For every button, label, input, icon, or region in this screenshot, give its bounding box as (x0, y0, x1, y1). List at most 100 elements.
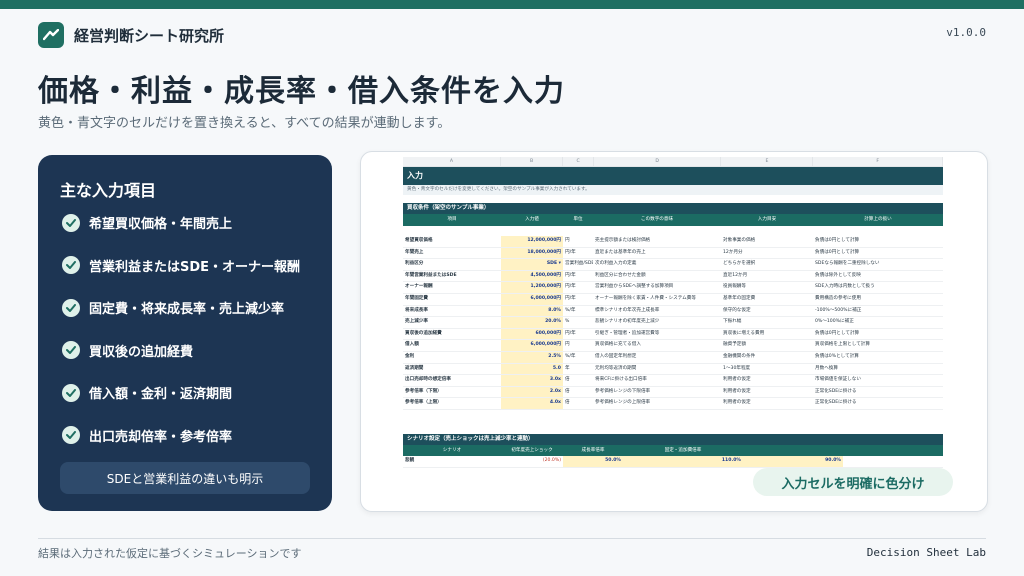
guide-cell: 12か月分 (723, 249, 743, 255)
unit-cell: % (565, 319, 570, 325)
input-cell[interactable]: SDE ▾ (501, 259, 563, 270)
check-circle-icon (62, 341, 80, 359)
meaning-cell: 将来CFに掛ける出口倍率 (595, 377, 647, 383)
unit-cell: 倍 (565, 377, 570, 383)
input-cell[interactable]: 12,000,000円 (501, 236, 563, 247)
table-row: 買収後の追加経費 600,000円 円/年 引継ぎ・管理者・追加運営費等 買収後に増える… (403, 328, 943, 341)
row-label: 参考倍率（下限） (405, 388, 442, 394)
unit-cell: 円/年 (565, 330, 576, 336)
input-cell[interactable]: 4.0x (501, 398, 563, 409)
unit-cell: 営業利益/SDE (565, 261, 593, 267)
sde-difference-button[interactable]: SDEと営業利益の違いも明示 (60, 462, 310, 494)
panel-title: 主な入力項目 (60, 181, 157, 200)
meaning-cell: 直近または基準年の売上 (595, 249, 646, 255)
meaning-cell: 標準シナリオの年次売上成長率 (595, 307, 660, 313)
table-header-cell: 入力目安 (757, 217, 777, 222)
unit-cell: 円 (565, 342, 570, 348)
panel-item-label: 出口売却倍率・参考倍率 (89, 429, 233, 445)
scenario-header-cell (743, 445, 943, 456)
table-row: 参考倍率（上限） 4.0x 倍 参考価格レンジの上限倍率 利用者の仮定 正常化SDEに掛け… (403, 398, 943, 410)
row-label: 参考倍率（上限） (405, 400, 442, 406)
unit-cell: 円/年 (565, 249, 576, 255)
scenario-extra[interactable]: 90.0% (743, 455, 843, 467)
callout-badge: 入力セルを明確に色分け (753, 468, 953, 496)
guide-cell: 基準年の固定費 (723, 295, 756, 301)
meaning-cell: 利益区分に合わせた金額 (595, 272, 646, 278)
guide-cell: 利用者の仮定 (723, 400, 751, 406)
meaning-cell: 売主提示額または検討価格 (595, 238, 651, 243)
table-row: 売上減少率 20.0%% 悲観シナリオの初年度売上減少 下振れ幅 0%〜100%に補正 (403, 317, 943, 329)
table-row: 返済期間 5.0 年 元利均等返済の期間 1〜30年程度 月数へ換算 (403, 363, 943, 376)
column-header[interactable]: A (403, 157, 501, 166)
spreadsheet-preview: A B C D E F 入力 黄色・青文字のセルだけを変更してください。架空のサンプル事業が入… (360, 151, 988, 512)
input-cell[interactable]: 1,200,000円 (501, 282, 563, 293)
guide-cell: 保守的な仮定 (723, 307, 751, 313)
table-header-cell: 入力値 (525, 217, 539, 222)
table-row: 将来成長率 8.0% %/年 標準シナリオの年次売上成長率 保守的な仮定 -100%〜50… (403, 305, 943, 318)
table-row: 年間固定費 6,000,000円 円/年 オーナー報酬を除く家賃・人件費・システム費等… (403, 293, 943, 306)
calc-cell: 費用構造の参考に使用 (815, 295, 861, 301)
panel-item-label: 固定費・将来成長率・売上減少率 (89, 302, 285, 317)
table-row: 参考倍率（下限） 2.0x 倍 参考価格レンジの下限倍率 利用者の仮定 正常化SDEに掛け… (403, 386, 943, 399)
scenario-header-cell: シナリオ (442, 447, 462, 453)
calc-cell: 正常化SDEに掛ける (815, 388, 857, 394)
input-cell[interactable]: 8.0% (501, 305, 563, 317)
panel-item-label: 買収後の追加経費 (89, 344, 194, 360)
input-cell[interactable]: 3.0x (501, 375, 563, 386)
table-header-cell: 計算上の扱い (864, 217, 892, 222)
calc-cell: 負債は0円として計算 (815, 249, 860, 255)
table-row: 出口売却時の想定倍率 3.0x 倍 将来CFに掛ける出口倍率 利用者の仮定 市場価値を保証… (403, 375, 943, 387)
calc-cell: 正常化SDEに掛ける (815, 400, 857, 406)
guide-cell: 1〜30年程度 (723, 365, 751, 371)
brand[interactable]: 経営判断シート研究所 (38, 22, 224, 48)
input-cell[interactable]: 600,000円 (501, 328, 563, 340)
table-row: 希望買収価格 12,000,000円円 売主提示額または検討価格 対象事業の価格 負債は… (403, 236, 943, 248)
input-cell[interactable]: 6,000,000円 (501, 293, 563, 305)
section-input: 入力 (403, 167, 943, 185)
check-circle-icon (62, 426, 80, 444)
input-cell[interactable]: 5.0 (501, 363, 563, 375)
column-header[interactable]: D (594, 157, 722, 166)
column-header[interactable]: B (501, 157, 564, 166)
row-label: 借入額 (405, 342, 419, 348)
page-title: 価格・利益・成長率・借入条件を入力 (38, 74, 565, 109)
table-row: 年間営業利益またはSDE 4,500,000円 円/年 利益区分に合わせた金額 直近12… (403, 270, 943, 283)
panel-item: 買収後の追加経費 (62, 341, 193, 360)
table-row: 借入額 6,000,000円円 買収価格に充てる借入 融資予定額 買収価格を上限として計… (403, 340, 943, 352)
scenario-growth[interactable]: 50.0% (563, 455, 623, 467)
footer-note: 結果は入力された仮定に基づくシミュレーションです (38, 547, 302, 560)
guide-cell: 買収後に増える費用 (723, 330, 765, 336)
meaning-cell: オーナー報酬を除く家賃・人件費・システム費等 (595, 295, 696, 301)
column-header[interactable]: C (563, 157, 594, 166)
unit-cell: 倍 (565, 400, 570, 406)
meaning-cell: 引継ぎ・管理者・追加運営費等 (595, 330, 660, 336)
panel-item-label: 借入額・金利・返済期間 (89, 387, 233, 402)
input-cell[interactable]: 4,500,000円 (501, 270, 563, 282)
column-header[interactable]: F (813, 157, 944, 166)
row-label: 買収後の追加経費 (405, 330, 442, 336)
column-header[interactable]: E (721, 157, 814, 166)
unit-cell: 年 (565, 365, 570, 371)
sheet-note: 黄色・青文字のセルだけを変更してください。架空のサンプル事業が入力されています。 (403, 185, 943, 195)
table-header-row: 項目 入力値 単位 この数字の意味 入力目安 計算上の扱い (403, 214, 943, 226)
panel-item: 借入額・金利・返済期間 (62, 383, 232, 402)
input-cell[interactable]: 2.0x (501, 386, 563, 398)
check-circle-icon (62, 298, 80, 317)
calc-cell: 市場価値を保証しない (815, 377, 861, 383)
scenario-cost[interactable]: 110.0% (623, 455, 743, 467)
unit-cell: %/年 (565, 353, 576, 359)
guide-cell: 直近12か月 (723, 272, 748, 278)
row-label: 年間営業利益またはSDE (405, 272, 457, 278)
guide-cell: 融資予定額 (723, 342, 746, 348)
unit-cell: %/年 (565, 307, 576, 313)
input-cell[interactable]: 2.5% (501, 351, 563, 363)
scenario-row: 悲観 (20.0%) 50.0% 110.0% 90.0% (403, 455, 943, 468)
guide-cell: 役員報酬等 (723, 284, 746, 290)
input-cell[interactable]: 18,000,000円 (501, 247, 563, 259)
scenario-header-cell: 初年度売上ショック (511, 447, 553, 453)
check-circle-icon (62, 256, 80, 274)
input-cell[interactable]: 6,000,000円 (501, 340, 563, 351)
input-cell[interactable]: 20.0% (501, 317, 563, 328)
meaning-cell: 借入の固定年利想定 (595, 353, 637, 359)
version-label: v1.0.0 (946, 26, 986, 39)
